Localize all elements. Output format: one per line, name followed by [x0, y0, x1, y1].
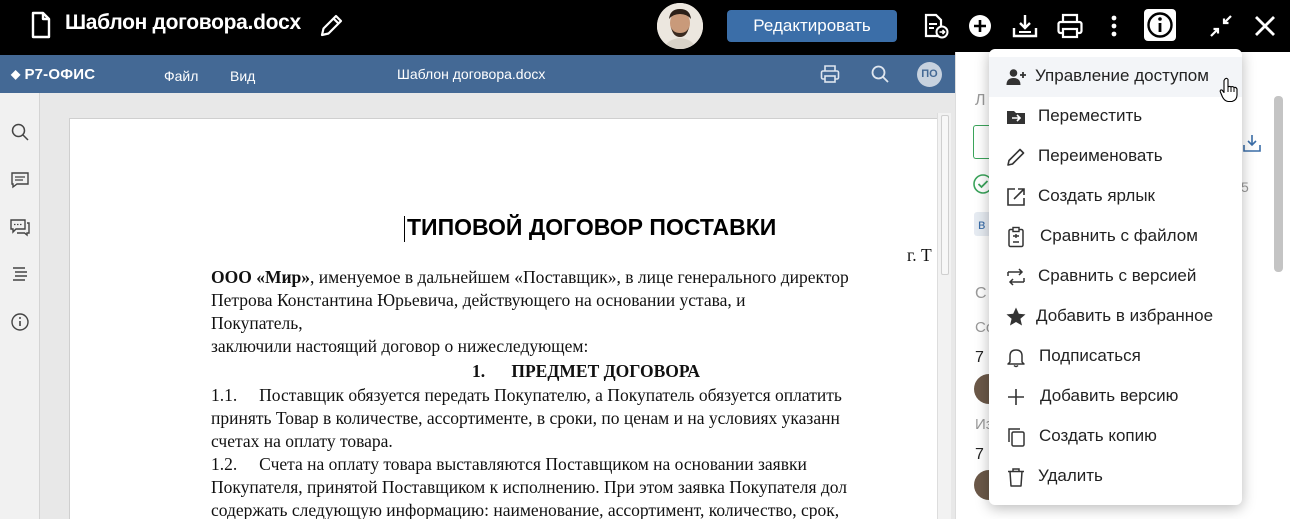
user-avatar[interactable]: [657, 3, 703, 49]
menu-item-label: Создать копию: [1039, 426, 1157, 445]
menu-item-manage-access[interactable]: Управление доступом: [989, 57, 1242, 97]
menu-item-label: Подписаться: [1039, 346, 1141, 365]
rail-navigation-icon[interactable]: [9, 263, 31, 285]
add-circle-icon[interactable]: [966, 12, 994, 40]
document-page[interactable]: ТИПОВОЙ ДОГОВОР ПОСТАВКИ г. Т ООО «Мир»,…: [69, 118, 949, 519]
text-caret: [404, 216, 405, 242]
bell-icon: [1007, 349, 1025, 368]
file-icon: [31, 11, 51, 39]
doc-line-1: ООО «Мир», именуемое в дальнейшем «Поста…: [211, 267, 849, 288]
download-icon[interactable]: [1011, 12, 1039, 40]
logo-text: Р7-ОФИС: [24, 66, 96, 83]
panel-count-fragment: 5: [1241, 179, 1249, 195]
menu-item-label: Переименовать: [1038, 146, 1163, 165]
rename-pencil-icon[interactable]: [318, 11, 344, 39]
document-heading: ТИПОВОЙ ДОГОВОР ПОСТАВКИ: [407, 214, 777, 240]
menu-file[interactable]: Файл: [164, 68, 198, 84]
doc-line-10: содержать следующую информацию: наименов…: [211, 500, 840, 519]
panel-value-fragment-1: 7: [975, 349, 984, 366]
doc-line-9: Покупателя, принятой Поставщиком к испол…: [211, 477, 848, 497]
menu-item-label: Удалить: [1038, 466, 1103, 485]
doc-line-7: счетах на оплату товара.: [211, 431, 393, 451]
menu-item-create-shortcut[interactable]: Создать ярлык: [989, 177, 1242, 217]
doc-line-1-rest: , именуемое в дальнейшем «Поставщик», в …: [310, 267, 849, 287]
menu-item-label: Добавить в избранное: [1036, 306, 1214, 325]
edit-button[interactable]: Редактировать: [727, 10, 897, 42]
menu-item-move[interactable]: Переместить: [989, 97, 1242, 137]
app-topbar: Шаблон договора.docx Редактировать: [0, 0, 1290, 52]
editor-scroll-thumb[interactable]: [941, 115, 949, 275]
menu-item-label: Сравнить с версией: [1038, 266, 1197, 285]
external-link-icon: [1007, 188, 1025, 206]
arrows-compare-icon: [1007, 268, 1025, 286]
doc-line-8: 1.2. Счета на оплату товара выставляются…: [211, 454, 807, 474]
print-icon[interactable]: [1056, 12, 1084, 40]
menu-item-label: Сравнить с файлом: [1040, 226, 1198, 245]
menu-item-rename[interactable]: Переименовать: [989, 137, 1242, 177]
trash-icon: [1008, 468, 1024, 487]
editor-user-badge[interactable]: ПО: [917, 62, 942, 87]
menu-item-add-favorite[interactable]: Добавить в избранное: [989, 297, 1242, 337]
menu-item-label: Управление доступом: [1035, 66, 1209, 85]
panel-value-fragment-2: 7: [975, 446, 984, 463]
doc-line-3: Покупатель,: [211, 313, 303, 333]
editor-logo: ◆ Р7-ОФИС: [11, 66, 95, 83]
collapse-icon[interactable]: [1207, 12, 1235, 40]
menu-item-compare-version[interactable]: Сравнить с версией: [989, 257, 1242, 297]
panel-download-icon[interactable]: [1241, 132, 1263, 154]
rail-comment-icon[interactable]: [9, 169, 31, 191]
doc-line-5: 1.1. Поставщик обязуется передать Покупа…: [211, 385, 842, 405]
doc-line-2: Петрова Константина Юрьевича, действующе…: [211, 290, 746, 310]
copy-icon: [1008, 428, 1025, 447]
doc-section-heading: 1. ПРЕДМЕТ ДОГОВОРА: [472, 361, 700, 381]
info-icon[interactable]: [1144, 9, 1176, 41]
logo-mark-icon: ◆: [11, 67, 21, 81]
doc-line-city: г. Т: [907, 245, 932, 265]
doc-line-6: принять Товар в количестве, ассортименте…: [211, 408, 840, 428]
editor-header: ◆ Р7-ОФИС Файл Вид Шаблон договора.docx П…: [0, 55, 955, 93]
plus-icon: [1008, 389, 1024, 405]
rail-chat-icon[interactable]: [9, 216, 31, 238]
menu-item-make-copy[interactable]: Создать копию: [989, 417, 1242, 457]
menu-item-add-version[interactable]: Добавить версию: [989, 377, 1242, 417]
panel-scrollbar[interactable]: [1274, 96, 1283, 272]
more-vertical-icon[interactable]: [1100, 12, 1128, 40]
menu-item-subscribe[interactable]: Подписаться: [989, 337, 1242, 377]
close-icon[interactable]: [1251, 12, 1279, 40]
editor-scrollbar[interactable]: [937, 113, 951, 519]
pencil-icon: [1007, 148, 1025, 166]
panel-heading-fragment: Л: [975, 92, 986, 109]
hand-pointer-icon: [1219, 77, 1238, 103]
panel-section-fragment: С: [975, 285, 987, 302]
star-icon: [1006, 307, 1026, 326]
menu-item-label: Создать ярлык: [1038, 186, 1155, 205]
file-arrow-icon[interactable]: [921, 12, 949, 40]
menu-view[interactable]: Вид: [230, 68, 255, 84]
editor-print-icon[interactable]: [819, 63, 841, 85]
left-toolbar: [0, 93, 40, 519]
editor-search-icon[interactable]: [869, 63, 891, 85]
menu-item-compare-file[interactable]: Сравнить с файлом: [989, 217, 1242, 257]
file-actions-menu: Управление доступом Переместить Переимен…: [989, 49, 1242, 505]
editor-workspace: ТИПОВОЙ ДОГОВОР ПОСТАВКИ г. Т ООО «Мир»,…: [0, 93, 955, 519]
doc-party-name: ООО «Мир»: [211, 267, 311, 287]
file-title: Шаблон договора.docx: [65, 11, 301, 34]
user-plus-icon: [1006, 69, 1026, 85]
editor-doc-title: Шаблон договора.docx: [397, 66, 546, 82]
rail-info-icon[interactable]: [9, 311, 31, 333]
folder-move-icon: [1007, 111, 1025, 124]
menu-item-delete[interactable]: Удалить: [989, 457, 1242, 497]
rail-search-icon[interactable]: [9, 121, 31, 143]
clipboard-compare-icon: [1008, 226, 1024, 248]
menu-item-label: Переместить: [1038, 106, 1143, 125]
menu-item-label: Добавить версию: [1040, 386, 1179, 405]
doc-line-4: заключили настоящий договор о нижеследую…: [211, 336, 589, 356]
